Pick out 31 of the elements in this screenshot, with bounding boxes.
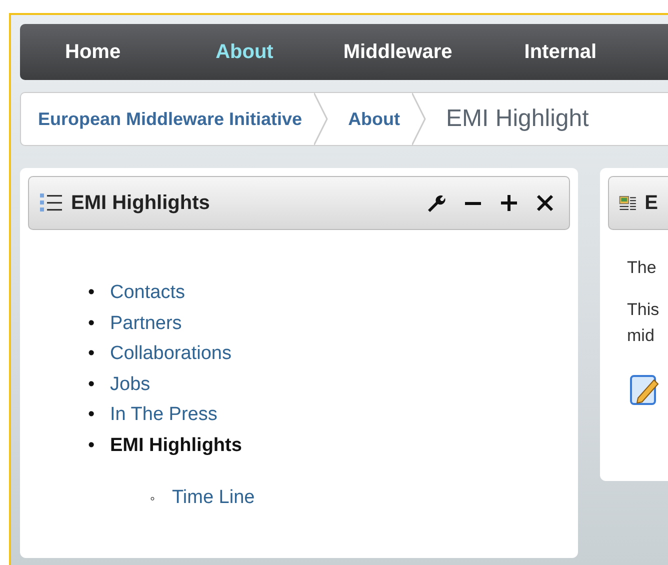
paragraph-text: The: [627, 258, 658, 278]
paragraph-text: mid: [627, 326, 656, 346]
nav-link[interactable]: Internal: [524, 40, 597, 64]
bullet-marker: •: [88, 312, 96, 336]
paragraph-text: This: [627, 300, 660, 320]
menu-link[interactable]: EMI Highlights: [110, 434, 242, 456]
bullet-marker: •: [88, 281, 96, 305]
panel-title: E: [644, 192, 658, 214]
breadcrumb-link[interactable]: About: [328, 108, 412, 130]
edit-icon[interactable]: [630, 374, 660, 406]
menu-link[interactable]: Contacts: [110, 282, 185, 303]
breadcrumb-link[interactable]: European Middleware Initiative: [21, 108, 314, 130]
menu-link[interactable]: Time Line: [172, 487, 255, 508]
bullet-marker: •: [88, 372, 96, 396]
wrench-icon: [426, 193, 446, 213]
bullet-marker: •: [88, 403, 96, 427]
close-icon: [536, 194, 554, 212]
menu-link[interactable]: Collaborations: [110, 343, 232, 364]
minus-icon: [465, 202, 481, 204]
panel-title: EMI Highlights: [71, 192, 211, 214]
current-page-title: EMI Highlight: [445, 105, 590, 133]
bullet-marker: •: [88, 434, 96, 458]
menu-link[interactable]: In The Press: [110, 404, 218, 425]
bullet-marker: •: [88, 342, 96, 366]
menu-link[interactable]: Partners: [110, 312, 182, 334]
nav-link[interactable]: About: [216, 40, 274, 64]
menu-link[interactable]: Jobs: [110, 374, 150, 394]
plus-icon: [500, 194, 518, 212]
nav-link[interactable]: Middleware: [343, 40, 452, 64]
nav-link[interactable]: Home: [65, 40, 121, 64]
bullet-marker: ◦: [150, 489, 156, 508]
